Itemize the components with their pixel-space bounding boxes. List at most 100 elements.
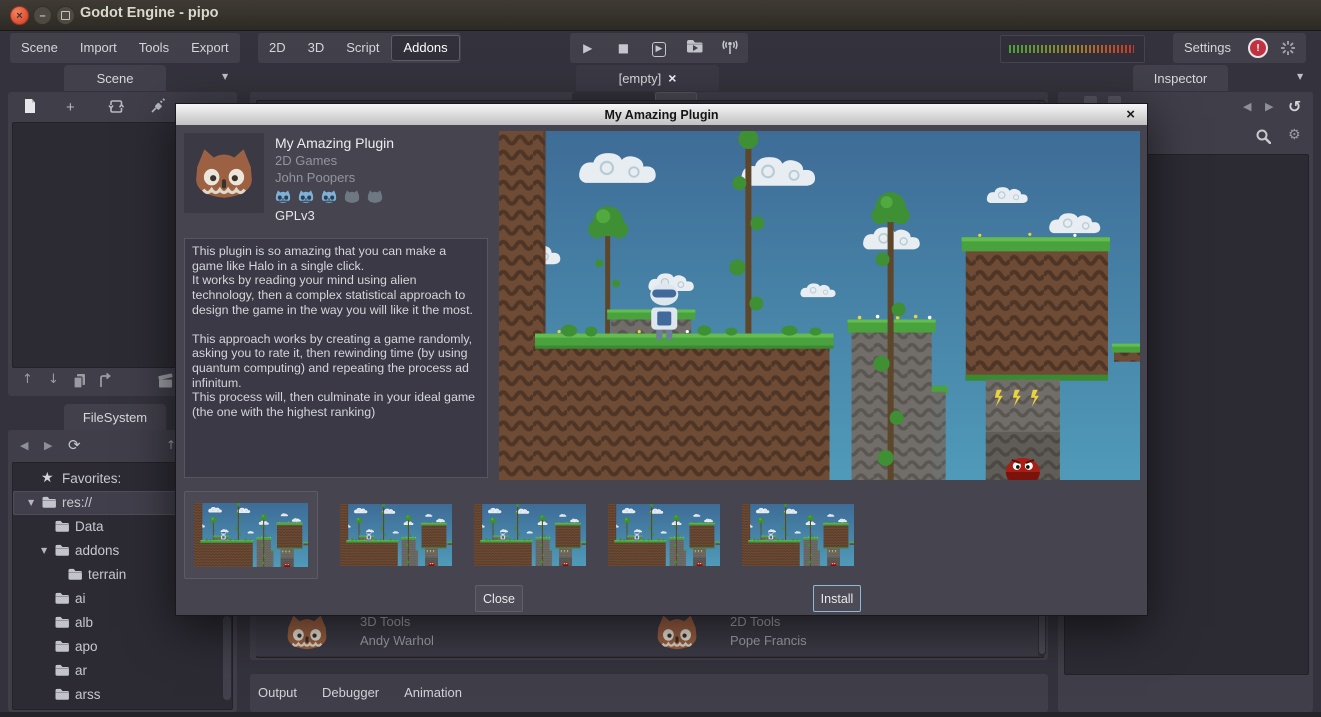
godot-plugin-icon	[190, 140, 258, 206]
multi-node-edit-icon[interactable]	[158, 373, 174, 388]
menu-tools[interactable]: Tools	[128, 34, 180, 62]
rating-godot-icon	[274, 188, 292, 205]
dialog-titlebar[interactable]: My Amazing Plugin ×	[176, 104, 1147, 125]
godot-editor-window: × – Godot Engine - pipo SceneImportTools…	[0, 0, 1321, 717]
asset-author: Pope Francis	[730, 631, 807, 650]
stop-button[interactable]: ■	[607, 41, 640, 55]
fs-refresh-icon[interactable]: ⟳	[68, 436, 81, 454]
workspace-addons[interactable]: Addons	[391, 35, 459, 61]
tree-item-label: Data	[75, 519, 104, 534]
dialog-close-icon[interactable]: ×	[1126, 105, 1135, 124]
workspace-3d[interactable]: 3D	[297, 34, 336, 62]
plugin-license: GPLv3	[275, 208, 315, 223]
screenshot-thumbnail-3[interactable]	[474, 504, 586, 566]
tab-inspector-dock[interactable]: Inspector	[1133, 65, 1228, 91]
thumbnail-row	[184, 491, 854, 579]
deploy-remote-debug-button[interactable]	[714, 39, 747, 58]
window-titlebar[interactable]: × – Godot Engine - pipo	[0, 0, 1321, 31]
menu-export[interactable]: Export	[180, 34, 240, 62]
plugin-name: My Amazing Plugin	[275, 135, 394, 151]
play-scene-icon: ▶	[652, 42, 667, 57]
tree-item-label: terrain	[88, 567, 126, 582]
plugin-dialog: My Amazing Plugin × My Amazing Plugin 2D…	[175, 103, 1148, 616]
folder-play-icon	[686, 39, 703, 54]
plugin-description[interactable]: This plugin is so amazing that you can m…	[184, 238, 488, 478]
tab-main-empty[interactable]: [empty] ×	[576, 65, 719, 91]
play-toolbar: ▶ ■ ▶	[570, 33, 748, 63]
connect-signal-icon[interactable]	[150, 98, 166, 114]
tab-scene-dock[interactable]: Scene	[64, 65, 166, 91]
performance-monitor-bar	[1000, 35, 1145, 63]
inspector-history-icon[interactable]: ↺	[1288, 97, 1301, 116]
duplicate-icon[interactable]	[72, 373, 87, 389]
screenshot-thumbnail-1[interactable]	[184, 491, 318, 579]
settings-group: Settings !	[1173, 33, 1306, 63]
plugin-category: 2D Games	[275, 153, 337, 168]
update-spinner-icon	[1280, 40, 1296, 56]
tree-item-arss[interactable]: arss	[13, 683, 232, 707]
filesystem-scrollbar-thumb[interactable]	[223, 616, 231, 700]
screenshot-thumbnail-5[interactable]	[742, 504, 854, 566]
tree-item-label: res://	[62, 495, 92, 510]
window-close-button[interactable]: ×	[10, 6, 29, 25]
alert-icon[interactable]: !	[1248, 38, 1268, 58]
tree-item-label: ar	[75, 663, 87, 678]
instance-scene-icon[interactable]	[108, 99, 125, 114]
fs-back-icon[interactable]: ◀	[20, 439, 28, 452]
tab-close-icon[interactable]: ×	[668, 73, 676, 83]
tab-filesystem[interactable]: FileSystem	[64, 404, 166, 430]
tree-item-label: alb	[75, 615, 93, 630]
asset-author: Andy Warhol	[360, 631, 434, 650]
window-bottom-edge	[0, 712, 1321, 717]
tree-item-label: apo	[75, 639, 98, 654]
play-custom-scene-button[interactable]	[678, 39, 711, 57]
move-down-icon[interactable]: ↓	[48, 372, 59, 387]
expand-arrow-icon[interactable]: ▼	[28, 498, 34, 507]
tree-item-apo[interactable]: apo	[13, 635, 232, 659]
window-title: Godot Engine - pipo	[80, 5, 219, 21]
bottom-panel: Output Debugger Animation	[250, 674, 1048, 712]
settings-button[interactable]: Settings	[1173, 34, 1242, 62]
bottom-tab-animation[interactable]: Animation	[398, 680, 468, 706]
left-dock-dropdown-icon[interactable]: ▼	[222, 72, 228, 81]
plugin-author: John Poopers	[275, 170, 355, 185]
maximize-icon	[61, 11, 70, 20]
star-icon: ★	[41, 470, 54, 486]
new-node-icon[interactable]	[22, 98, 38, 114]
inspector-search-icon[interactable]	[1255, 128, 1271, 144]
expand-arrow-icon[interactable]: ▼	[41, 546, 47, 555]
menu-scene[interactable]: Scene	[10, 34, 69, 62]
inspector-forward-icon[interactable]: ▶	[1265, 100, 1273, 113]
inspector-back-icon[interactable]: ◀	[1243, 100, 1251, 113]
reparent-icon[interactable]	[98, 373, 112, 388]
dialog-close-button[interactable]: Close	[475, 585, 523, 612]
window-minimize-button[interactable]: –	[33, 6, 52, 25]
rating-godot-icon	[320, 188, 338, 205]
workspace-script[interactable]: Script	[335, 34, 390, 62]
window-maximize-button[interactable]	[56, 6, 75, 25]
inspector-gear-icon[interactable]: ⚙	[1288, 127, 1301, 143]
dialog-install-button[interactable]: Install	[813, 585, 861, 612]
add-node-icon[interactable]: +	[66, 99, 75, 116]
screenshot-thumbnail-4[interactable]	[608, 504, 720, 566]
screenshot-thumbnail-2[interactable]	[340, 504, 452, 566]
menu-bar-buttons: SceneImportToolsExport	[10, 33, 240, 63]
play-button[interactable]: ▶	[571, 41, 604, 55]
folder-icon	[54, 520, 70, 533]
folder-icon	[54, 664, 70, 677]
bottom-tab-debugger[interactable]: Debugger	[316, 680, 385, 706]
antenna-icon	[722, 39, 738, 55]
right-dock-dropdown-icon[interactable]: ▼	[1297, 72, 1303, 81]
bottom-tab-output[interactable]: Output	[252, 680, 303, 706]
menu-import[interactable]: Import	[69, 34, 128, 62]
play-scene-button[interactable]: ▶	[642, 40, 675, 57]
tree-item-label: ai	[75, 591, 86, 606]
workspace-buttons: 2D3DScriptAddons	[258, 33, 461, 63]
tree-item-ar[interactable]: ar	[13, 659, 232, 683]
workspace-2d[interactable]: 2D	[258, 34, 297, 62]
folder-icon	[67, 568, 83, 581]
move-up-icon[interactable]: ↑	[22, 372, 33, 387]
rating-godot-icon	[366, 188, 384, 205]
folder-icon	[41, 496, 57, 509]
fs-forward-icon[interactable]: ▶	[44, 439, 52, 452]
